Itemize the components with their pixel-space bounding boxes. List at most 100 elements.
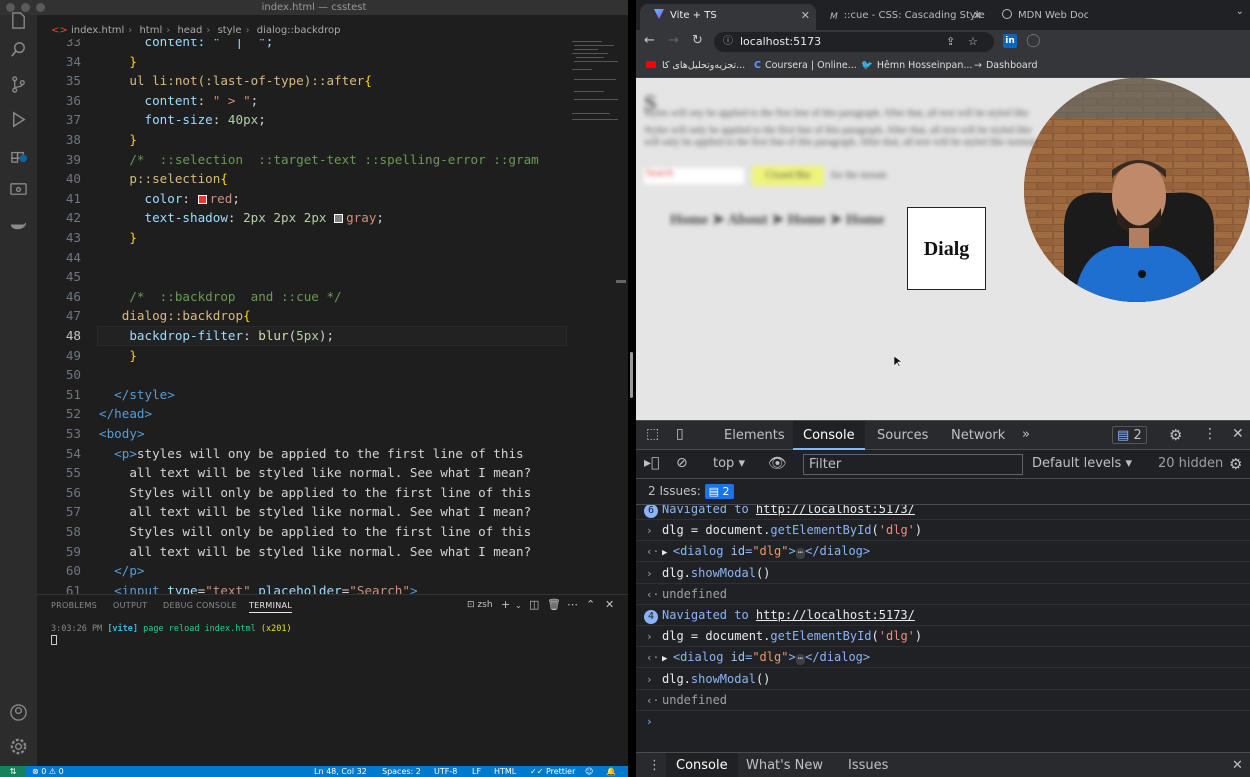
linkedin-extension-icon[interactable]: in bbox=[1003, 34, 1017, 48]
code-line[interactable]: 36 content: " > "; bbox=[37, 91, 577, 111]
code-line[interactable]: 61 <input type="text" placeholder="Searc… bbox=[37, 581, 577, 594]
tab-mdn-web-docs[interactable]: MDN Web Docs bbox=[988, 4, 1088, 30]
source-control-icon[interactable] bbox=[9, 75, 28, 94]
prettier-status[interactable]: ✓✓ Prettier bbox=[530, 766, 575, 777]
tab-output[interactable]: OUTPUT bbox=[113, 601, 147, 610]
clear-console-icon[interactable]: ⊘ bbox=[676, 455, 688, 471]
code-line[interactable]: 48 backdrop-filter: blur(5px); bbox=[37, 326, 577, 346]
nav-link[interactable]: http://localhost:5173/ bbox=[756, 608, 915, 622]
code-line[interactable]: 56 Styles will only be applied to the fi… bbox=[37, 483, 577, 503]
close-tab-icon[interactable]: ✕ bbox=[801, 4, 810, 28]
console-element-line[interactable]: ‹· ▶ <dialog id="dlg"> ⋯ </dialog> bbox=[636, 647, 1250, 669]
bookmark-star-icon[interactable]: ☆ bbox=[968, 32, 978, 52]
maximize-panel-button[interactable]: ⌃ bbox=[586, 598, 595, 611]
site-info-icon[interactable]: ⓘ bbox=[723, 32, 733, 52]
code-line[interactable]: 59 all text will be styled like normal. … bbox=[37, 542, 577, 562]
reload-icon[interactable]: ↻ bbox=[692, 33, 703, 48]
explorer-icon[interactable] bbox=[9, 11, 28, 30]
remote-indicator[interactable]: ⇅ bbox=[0, 766, 26, 777]
gear-icon[interactable] bbox=[9, 737, 28, 756]
forward-icon[interactable]: → bbox=[668, 33, 679, 48]
console-input-line[interactable]: › dlg.showModal() bbox=[636, 669, 1250, 690]
code-line[interactable]: 41 color: red; bbox=[37, 189, 577, 209]
code-line[interactable]: 39 /* ::selection ::target-text ::spelli… bbox=[37, 150, 577, 170]
code-line[interactable]: 46 /* ::backdrop and ::cue */ bbox=[37, 287, 577, 307]
code-line[interactable]: 38 } bbox=[37, 130, 577, 150]
messages-badge[interactable]: ▤ 2 bbox=[1112, 426, 1147, 444]
console-output[interactable]: 6 Navigated to http://localhost:5173/ › dlg… bbox=[636, 505, 1250, 751]
console-prompt-input[interactable]: › bbox=[636, 711, 1250, 732]
breadcrumb-style[interactable]: style bbox=[218, 25, 242, 36]
extensions-icon[interactable] bbox=[9, 145, 28, 164]
zoom-window-button[interactable] bbox=[36, 3, 45, 12]
eye-icon[interactable]: 👁 bbox=[768, 454, 787, 472]
code-line[interactable]: 43 } bbox=[37, 228, 577, 248]
code-line[interactable]: 50 bbox=[37, 365, 577, 385]
share-icon[interactable]: ⇪ bbox=[946, 32, 955, 52]
tab-network[interactable]: Network bbox=[941, 421, 1015, 450]
tab-terminal[interactable]: TERMINAL bbox=[249, 601, 293, 613]
code-line[interactable]: 44 bbox=[37, 248, 577, 268]
close-drawer-icon[interactable]: ✕ bbox=[1232, 758, 1243, 773]
terminal-shell-selector[interactable]: ⊡ zsh bbox=[467, 600, 493, 610]
more-tabs-icon[interactable]: » bbox=[1022, 427, 1030, 442]
code-line[interactable]: 51 </style> bbox=[37, 385, 577, 405]
split-terminal-button[interactable]: ◫ bbox=[529, 598, 539, 611]
bookmark-twitter[interactable]: 🐦 Hêmn Hosseinpan... bbox=[861, 54, 972, 78]
console-element-line[interactable]: ‹· ▶ <dialog id="dlg"> ⋯ </dialog> bbox=[636, 541, 1250, 563]
console-nav-line[interactable]: 6 Navigated to http://localhost:5173/ bbox=[636, 505, 1250, 520]
indentation[interactable]: Spaces: 2 bbox=[382, 766, 421, 777]
search-icon[interactable] bbox=[9, 40, 28, 59]
color-swatch-icon[interactable] bbox=[197, 194, 207, 204]
trash-icon[interactable]: 🗑 bbox=[547, 598, 561, 611]
encoding[interactable]: UTF-8 bbox=[434, 766, 457, 777]
settings-gear-icon[interactable]: ⚙ bbox=[1169, 426, 1182, 444]
console-nav-line[interactable]: 4 Navigated to http://localhost:5173/ bbox=[636, 605, 1250, 626]
console-filter-input[interactable]: Filter bbox=[803, 454, 1023, 475]
account-icon[interactable] bbox=[9, 703, 28, 722]
breadcrumb-head[interactable]: head bbox=[177, 25, 202, 36]
kebab-menu-icon[interactable]: ⋮ bbox=[1203, 426, 1217, 442]
console-result-line[interactable]: ‹· undefined bbox=[636, 690, 1250, 711]
code-line[interactable]: 35 ul li:not(:last-of-type)::after{ bbox=[37, 71, 577, 91]
problems-status[interactable]: ⊗ 0 ⚠ 0 bbox=[32, 766, 64, 777]
color-swatch-icon[interactable] bbox=[334, 214, 344, 224]
issues-link[interactable]: 2 Issues: ▤ 2 bbox=[648, 484, 734, 499]
context-selector[interactable]: top ▾ bbox=[713, 456, 745, 471]
expand-triangle-icon[interactable]: ▶ bbox=[662, 548, 673, 558]
code-line[interactable]: 49 } bbox=[37, 346, 577, 366]
collapsed-children-pill[interactable]: ⋯ bbox=[795, 548, 806, 560]
close-tab-icon[interactable]: ✕ bbox=[973, 4, 982, 28]
tab-console[interactable]: Console bbox=[793, 421, 865, 450]
terminal-cursor[interactable] bbox=[51, 635, 57, 645]
close-panel-button[interactable]: ✕ bbox=[605, 598, 614, 611]
code-line[interactable]: 47 dialog::backdrop{ bbox=[37, 306, 577, 326]
code-line[interactable]: 58 Styles will only be applied to the fi… bbox=[37, 522, 577, 542]
drawer-menu-icon[interactable]: ⋮ bbox=[648, 758, 661, 773]
code-line[interactable]: 42 text-shadow: 2px 2px 2px gray; bbox=[37, 208, 577, 228]
line-ending[interactable]: LF bbox=[472, 766, 481, 777]
tab-problems[interactable]: PROBLEMS bbox=[51, 601, 97, 610]
divider-handle[interactable] bbox=[630, 352, 633, 398]
breadcrumb-file[interactable]: index.html bbox=[71, 25, 124, 36]
tab-debug-console[interactable]: DEBUG CONSOLE bbox=[163, 601, 237, 610]
more-actions-icon[interactable]: ⋯ bbox=[567, 598, 578, 611]
console-input-line[interactable]: › dlg.showModal() bbox=[636, 563, 1250, 584]
code-line[interactable]: 40 p::selection{ bbox=[37, 169, 577, 189]
tab-mdn-cue[interactable]: M::cue - CSS: Cascading Style Sheets✕ bbox=[816, 4, 988, 30]
console-settings-gear-icon[interactable]: ⚙ bbox=[1229, 455, 1242, 473]
code-line[interactable]: 53 <body> bbox=[37, 424, 577, 444]
code-line[interactable]: 55 all text will be styled like normal. … bbox=[37, 463, 577, 483]
drawer-tab-issues[interactable]: Issues bbox=[838, 753, 898, 777]
log-levels-dropdown[interactable]: Default levels ▾ bbox=[1032, 456, 1132, 471]
bell-icon[interactable]: 🔔 bbox=[606, 766, 616, 777]
github-extension-icon[interactable]: ◯ bbox=[1026, 33, 1041, 48]
back-icon[interactable]: ← bbox=[644, 33, 655, 48]
cursor-position[interactable]: Ln 48, Col 32 bbox=[314, 766, 367, 777]
breadcrumb-html[interactable]: html bbox=[139, 25, 162, 36]
tab-sources[interactable]: Sources bbox=[867, 421, 938, 450]
breadcrumb-selector[interactable]: dialog::backdrop bbox=[257, 25, 341, 36]
code-line[interactable]: 34 } bbox=[37, 52, 577, 72]
bookmark-youtube[interactable]: تجزیه‌وتحلیل‌های کا... bbox=[646, 54, 745, 78]
expand-triangle-icon[interactable]: ▶ bbox=[662, 654, 673, 664]
